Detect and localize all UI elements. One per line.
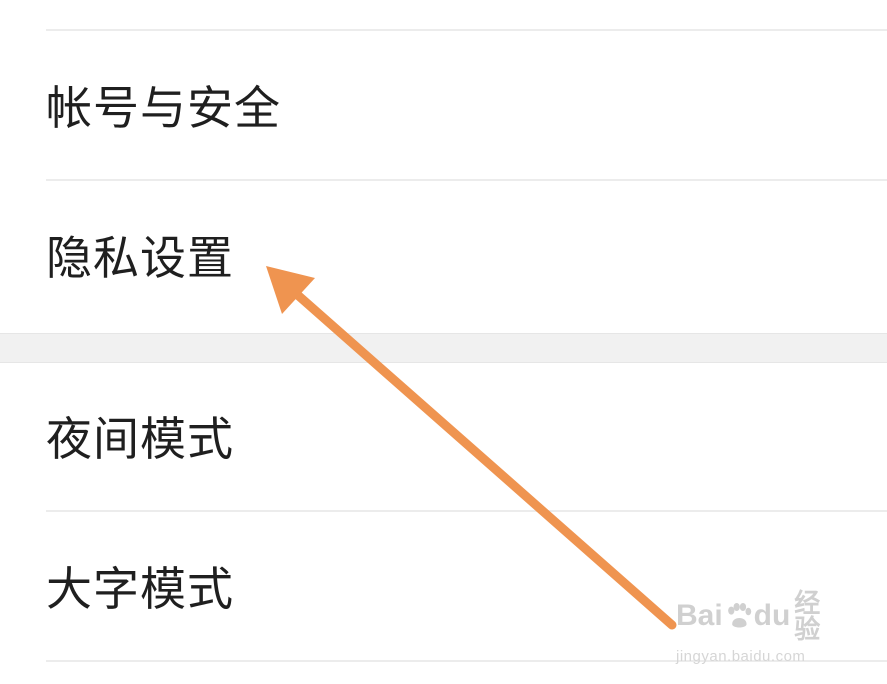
settings-screen: 帐号与安全 隐私设置 夜间模式 大字模式 Bai du 经验 jingyan.b… xyxy=(0,0,887,684)
baidu-jingyan-watermark: Bai du 经验 jingyan.baidu.com xyxy=(676,588,841,665)
watermark-brand-left: Bai xyxy=(676,599,723,632)
section-separator xyxy=(0,333,887,363)
settings-item-label: 夜间模式 xyxy=(46,412,234,466)
paw-icon xyxy=(727,602,751,628)
settings-item-label: 大字模式 xyxy=(46,562,234,616)
watermark-brand-cn: 经验 xyxy=(794,588,821,644)
settings-item-label: 隐私设置 xyxy=(46,231,234,285)
settings-item-label: 帐号与安全 xyxy=(46,81,281,135)
settings-item-account-security[interactable]: 帐号与安全 xyxy=(0,31,887,179)
settings-item-night-mode[interactable]: 夜间模式 xyxy=(0,362,887,510)
settings-item-privacy[interactable]: 隐私设置 xyxy=(0,181,887,333)
watermark-brand-right: du xyxy=(753,599,791,632)
watermark-url: jingyan.baidu.com xyxy=(676,648,806,665)
